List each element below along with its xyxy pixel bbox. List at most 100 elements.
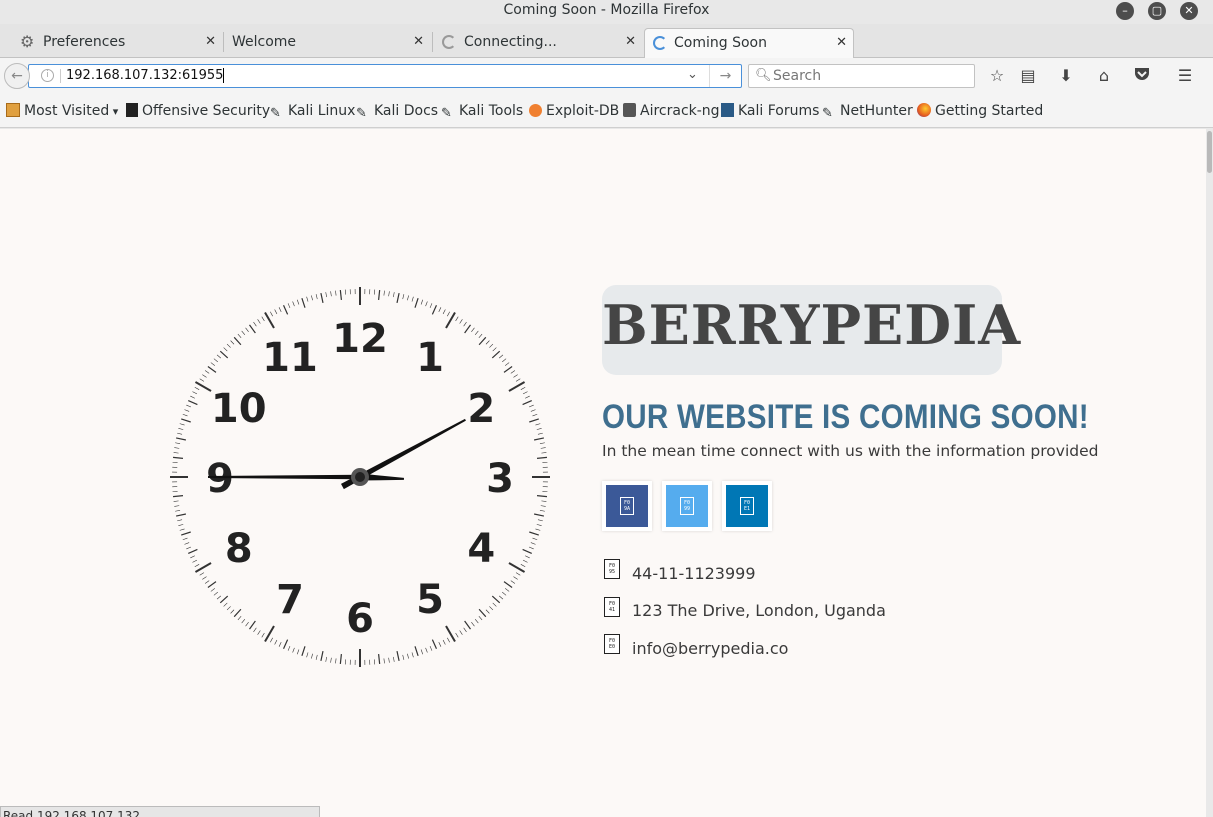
clock-numeral: 3 xyxy=(486,456,514,502)
bookmark-most-visited[interactable]: Most Visited ▾ xyxy=(6,102,118,120)
download-icon[interactable]: ⬇ xyxy=(1055,66,1077,86)
clock-minute-tick xyxy=(339,289,342,301)
clock-minute-tick xyxy=(474,330,479,335)
pocket-icon[interactable] xyxy=(1131,66,1153,86)
twitter-button[interactable]: F0 99 xyxy=(662,481,712,531)
clock-minute-tick xyxy=(388,657,390,663)
clock-minute-tick xyxy=(463,321,467,327)
clock-minute-tick xyxy=(179,528,185,531)
contact-email[interactable]: info@berrypedia.co xyxy=(632,639,788,658)
clock-minute-tick xyxy=(210,588,215,592)
clock-minute-tick xyxy=(513,374,518,378)
tab-connecting[interactable]: Connecting... ✕ xyxy=(434,28,642,58)
clock-minute-tick xyxy=(533,513,545,517)
exploitdb-icon xyxy=(529,104,542,117)
search-icon: 🔍︎ xyxy=(755,68,772,83)
site-logo: BERRYPEDIA xyxy=(602,285,1022,375)
tab-preferences[interactable]: ⚙ Preferences ✕ xyxy=(12,28,222,58)
clock-minute-tick xyxy=(505,362,510,366)
clock-minute-tick xyxy=(177,432,183,435)
clock-minute-tick xyxy=(311,295,313,301)
reading-list-icon[interactable]: ▤ xyxy=(1017,66,1039,86)
scrollbar-thumb[interactable] xyxy=(1207,131,1212,173)
linkedin-button[interactable]: F0 E1 xyxy=(722,481,772,531)
twitter-icon: F0 99 xyxy=(666,485,708,527)
clock-minute-tick xyxy=(216,354,222,359)
info-icon[interactable]: i xyxy=(41,69,54,82)
tab-coming-soon[interactable]: Coming Soon ✕ xyxy=(644,28,854,58)
bookmark-getting-started[interactable]: Getting Started xyxy=(917,102,1043,120)
home-icon[interactable]: ⌂ xyxy=(1093,66,1115,86)
clock-minute-tick xyxy=(537,519,543,522)
bookmark-aircrack-ng[interactable]: Aircrack-ng xyxy=(623,102,720,120)
tab-close-icon[interactable]: ✕ xyxy=(205,28,216,56)
bookmark-kali-tools[interactable]: ✎ Kali Tools xyxy=(441,102,523,121)
loading-icon xyxy=(442,35,456,49)
analog-clock: 12 12 3 45678 9 10 11 xyxy=(170,287,550,667)
close-icon[interactable]: ✕ xyxy=(1180,2,1198,20)
status-bar: Read 192.168.107.132 xyxy=(0,806,320,817)
clock-minute-tick xyxy=(396,650,400,662)
clock-minute-tick xyxy=(414,646,419,656)
clock-minute-tick xyxy=(455,632,459,638)
minimize-icon[interactable]: – xyxy=(1116,2,1134,20)
chevron-down-icon[interactable]: ⌄ xyxy=(687,67,698,82)
window-titlebar: Coming Soon - Mozilla Firefox – ▢ ✕ xyxy=(0,0,1213,24)
search-input[interactable] xyxy=(773,66,968,86)
logo-text: BERRYPEDIA xyxy=(602,293,1022,357)
clock-minute-tick xyxy=(478,608,487,618)
bookmark-offensive-security[interactable]: Offensive Security xyxy=(126,102,270,120)
clock-minute-tick xyxy=(174,505,180,507)
url-text[interactable]: 192.168.107.132:61955 xyxy=(66,68,225,83)
clock-minute-tick xyxy=(515,572,521,576)
bookmark-kali-forums[interactable]: Kali Forums xyxy=(721,102,819,120)
facebook-button[interactable]: F0 9A xyxy=(602,481,652,531)
bookmark-star-icon[interactable]: ☆ xyxy=(986,66,1008,86)
clock-minute-tick xyxy=(438,642,442,647)
tab-welcome[interactable]: Welcome ✕ xyxy=(224,28,430,58)
clock-minute-tick xyxy=(537,432,543,435)
tab-close-icon[interactable]: ✕ xyxy=(836,29,847,57)
clock-minute-tick xyxy=(257,319,261,324)
clock-minute-tick xyxy=(540,447,546,449)
clock-minute-tick xyxy=(335,658,337,664)
bookmark-nethunter[interactable]: ✎ NetHunter xyxy=(822,102,913,121)
clock-numeral: 4 xyxy=(467,526,495,572)
clock-minute-tick xyxy=(282,305,289,315)
go-arrow-icon[interactable]: → xyxy=(709,65,741,87)
clock-minute-tick xyxy=(528,404,534,408)
clock-minute-tick xyxy=(306,652,309,658)
bookmark-kali-linux[interactable]: ✎ Kali Linux xyxy=(270,102,355,121)
clock-minute-tick xyxy=(174,447,180,449)
clock-minute-tick xyxy=(529,418,539,423)
clock-minute-tick xyxy=(335,290,337,296)
tab-close-icon[interactable]: ✕ xyxy=(413,28,424,56)
clock-minute-tick xyxy=(541,500,547,502)
maximize-icon[interactable]: ▢ xyxy=(1148,2,1166,20)
search-bar[interactable]: 🔍︎ xyxy=(748,64,975,88)
linkedin-icon: F0 E1 xyxy=(726,485,768,527)
vertical-scrollbar[interactable] xyxy=(1206,129,1213,817)
clock-minute-tick xyxy=(184,409,190,412)
clock-minute-tick xyxy=(330,657,332,663)
url-bar[interactable]: i 192.168.107.132:61955 ⌄ → xyxy=(28,64,742,88)
gear-icon: ⚙ xyxy=(20,32,35,51)
back-button[interactable]: ← xyxy=(4,63,30,89)
window-title: Coming Soon - Mozilla Firefox xyxy=(503,2,710,18)
clock-minute-tick xyxy=(223,602,228,607)
bookmark-kali-docs[interactable]: ✎ Kali Docs xyxy=(356,102,438,121)
clock-minute-tick xyxy=(541,452,547,454)
tab-close-icon[interactable]: ✕ xyxy=(625,28,636,56)
kali-icon: ✎ xyxy=(356,106,367,121)
contact-address: 123 The Drive, London, Uganda xyxy=(632,601,886,620)
clock-minute-tick xyxy=(274,639,278,645)
clock-minute-tick xyxy=(194,564,200,567)
clock-minute-tick xyxy=(532,413,538,417)
clock-minute-tick xyxy=(278,642,282,647)
clock-minute-tick xyxy=(173,452,179,454)
map-marker-icon: F0 41 xyxy=(604,597,620,617)
clock-minute-tick xyxy=(525,555,530,559)
bookmark-exploit-db[interactable]: Exploit-DB xyxy=(529,102,619,120)
clock-minute-tick xyxy=(282,639,289,649)
menu-icon[interactable]: ☰ xyxy=(1174,66,1196,86)
